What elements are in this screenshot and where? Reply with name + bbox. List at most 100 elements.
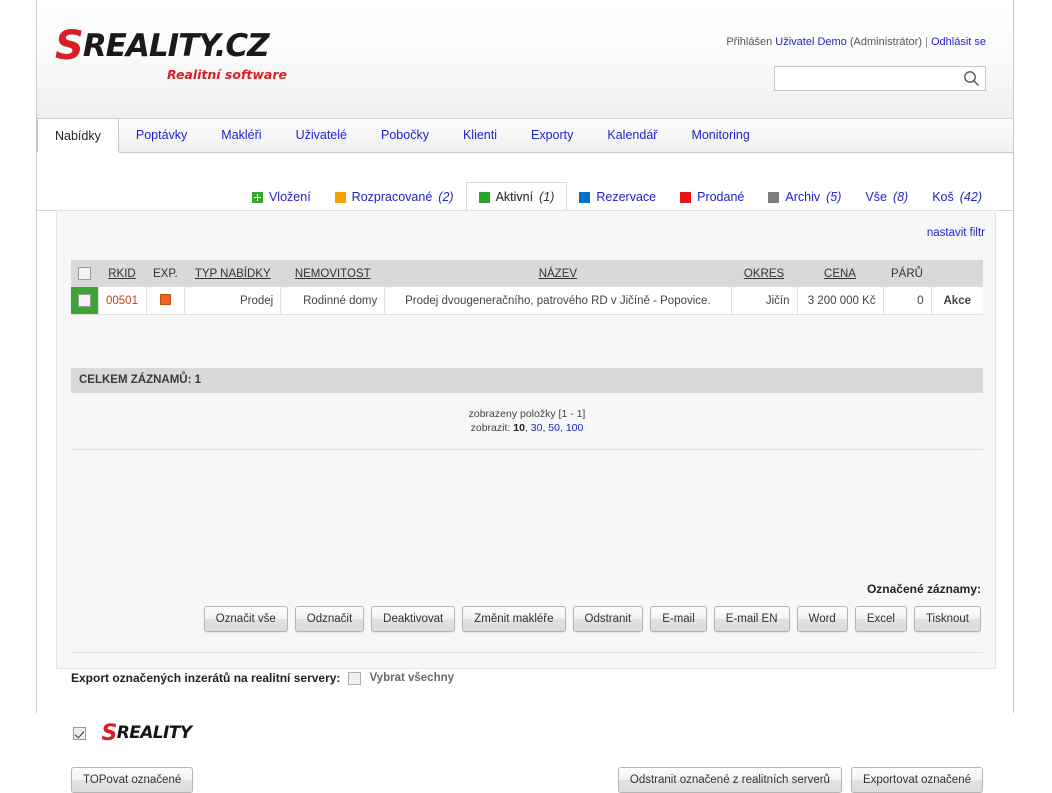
- export-marked-button[interactable]: Exportovat označené: [850, 767, 983, 793]
- nav-tab-makl-i[interactable]: Makléři: [204, 119, 278, 152]
- row-checkbox[interactable]: [77, 294, 91, 307]
- subtab-v-e[interactable]: Vše (8): [853, 183, 920, 211]
- pagination-shown: zobrazeny položky [1 - 1]: [468, 408, 586, 420]
- server-logo-s: S: [101, 720, 118, 746]
- header-paru: PÁRŮ: [883, 260, 931, 287]
- header-okres-label[interactable]: OKRES: [744, 268, 784, 280]
- subtab-vlo-en-[interactable]: Vložení: [240, 183, 323, 211]
- action-button-odstranit[interactable]: Odstranit: [572, 606, 644, 632]
- subtab-count: (5): [826, 190, 842, 204]
- nav-tab-pobo-ky[interactable]: Pobočky: [364, 119, 446, 152]
- row-select-cell[interactable]: [71, 287, 99, 315]
- header-nemovitost[interactable]: NEMOVITOST: [280, 260, 385, 287]
- top-marked-button[interactable]: TOPovat označené: [71, 767, 194, 793]
- logo-wordmark: SREALITY.CZ: [55, 26, 315, 66]
- status-color-swatch: [334, 191, 346, 203]
- pagination: zobrazeny položky [1 - 1] zobrazit: 10, …: [71, 407, 983, 435]
- bottom-right-actions: Odstranit označené z realitních serverů …: [617, 767, 983, 793]
- header-cena[interactable]: CENA: [797, 260, 883, 287]
- subtab-rozpracovan-[interactable]: Rozpracované (2): [323, 183, 466, 211]
- subtab-count: (8): [892, 190, 909, 204]
- subtab-rezervace[interactable]: Rezervace: [567, 183, 668, 211]
- subtab-prodan-[interactable]: Prodané: [668, 183, 756, 211]
- select-all-checkbox[interactable]: [78, 267, 91, 280]
- header-rkid-label[interactable]: RKID: [108, 268, 135, 280]
- nav-tab-popt-vky[interactable]: Poptávky: [119, 119, 204, 152]
- login-user-link[interactable]: Uživatel Demo: [775, 36, 847, 48]
- nav-tab-kalend-[interactable]: Kalendář: [590, 119, 674, 152]
- header-nazev[interactable]: NÁZEV: [384, 260, 731, 287]
- export-title: Export označených inzerátů na realitní s…: [71, 671, 341, 685]
- select-all-servers-checkbox[interactable]: [348, 671, 362, 685]
- header-exp: EXP.: [146, 260, 185, 287]
- server-checkbox-sreality[interactable]: [73, 727, 86, 740]
- search-input[interactable]: [775, 67, 961, 90]
- cell-cena: 3 200 000 Kč: [797, 287, 884, 315]
- sreality-logo: SREALITY.CZ Realitní software: [55, 26, 315, 88]
- subtab-aktivn-[interactable]: Aktivní (1): [465, 182, 568, 211]
- cell-rkid[interactable]: 00501: [98, 287, 147, 315]
- subtab-label: Vše: [865, 190, 887, 204]
- header-okres[interactable]: OKRES: [731, 260, 797, 287]
- nav-tab-klienti[interactable]: Klienti: [446, 119, 514, 152]
- subtab-count: (42): [959, 190, 982, 204]
- table-row[interactable]: 00501 Prodej Rodinné domy Prodej dvougenera…: [71, 287, 983, 315]
- action-button-deaktivovat[interactable]: Deaktivovat: [371, 606, 456, 632]
- action-button-ozna-it-v-e[interactable]: Označit vše: [203, 606, 288, 632]
- set-filter-link[interactable]: nastavit filtr: [927, 227, 985, 239]
- login-separator: |: [925, 36, 928, 48]
- action-button-odzna-it[interactable]: Odznačit: [294, 606, 365, 632]
- subtab-label: Aktivní: [495, 190, 534, 204]
- header-typ-nabidky[interactable]: TYP NABÍDKY: [184, 260, 281, 287]
- action-button-word[interactable]: Word: [796, 606, 848, 632]
- action-button-e-mail[interactable]: E-mail: [650, 606, 707, 632]
- nav-tab-nab-dky[interactable]: Nabídky: [37, 118, 119, 153]
- header-nemovitost-label[interactable]: NEMOVITOST: [295, 268, 371, 280]
- cell-akce[interactable]: Akce: [931, 287, 983, 315]
- page-size-option-30[interactable]: 30: [531, 422, 543, 434]
- login-status: Přihlášen Uživatel Demo (Administrátor) …: [726, 36, 986, 48]
- action-button-excel[interactable]: Excel: [854, 606, 907, 632]
- table-header-row: RKID EXP. TYP NABÍDKY NEMOVITOST NÁZEV O…: [71, 260, 983, 287]
- nav-tab-u-ivatel-[interactable]: Uživatelé: [279, 119, 364, 152]
- listing-panel: nastavit filtr RKID EXP. TYP NABÍDKY NEM…: [56, 210, 996, 793]
- action-button-zm-nit-makl-e[interactable]: Změnit makléře: [462, 606, 566, 632]
- remove-from-servers-button[interactable]: Odstranit označené z realitních serverů: [617, 767, 842, 793]
- logo-rest: REALITY.CZ: [82, 28, 270, 64]
- status-color-swatch: [768, 191, 780, 203]
- nav-tab-monitoring[interactable]: Monitoring: [674, 119, 766, 152]
- server-logo-text: SREALITY: [101, 720, 193, 746]
- rkid-value[interactable]: 00501: [106, 295, 138, 307]
- header-cena-label[interactable]: CENA: [824, 268, 856, 280]
- status-subtabs: Vložení Rozpracované (2) Aktivní (1) Rezervac…: [37, 181, 1013, 211]
- page-size-option-100[interactable]: 100: [566, 422, 584, 434]
- header-typ-label[interactable]: TYP NABÍDKY: [195, 268, 271, 280]
- plus-icon: [251, 191, 263, 203]
- header-rkid[interactable]: RKID: [98, 260, 146, 287]
- search-box[interactable]: [774, 66, 986, 91]
- offers-table: RKID EXP. TYP NABÍDKY NEMOVITOST NÁZEV O…: [71, 260, 983, 315]
- page-size-option-50[interactable]: 50: [548, 422, 560, 434]
- subtab-archiv[interactable]: Archiv (5): [756, 183, 853, 211]
- page-size-option-10[interactable]: 10: [513, 422, 525, 434]
- select-all-servers-label: Vybrat všechny: [369, 672, 455, 684]
- subtab-ko-[interactable]: Koš (42): [920, 183, 994, 211]
- server-list: SREALITY: [73, 711, 195, 756]
- pagination-display-label: zobrazit:: [470, 422, 511, 434]
- header-nazev-label[interactable]: NÁZEV: [539, 268, 577, 280]
- pagination-display: zobrazit: 10, 30, 50, 100: [470, 422, 584, 434]
- filter-settings: nastavit filtr: [927, 227, 985, 239]
- login-prefix: Přihlášen: [726, 36, 773, 48]
- search-icon[interactable]: [963, 70, 980, 87]
- action-button-e-mail-en[interactable]: E-mail EN: [713, 606, 790, 632]
- action-button-tisknout[interactable]: Tisknout: [913, 606, 981, 632]
- subtab-label: Koš: [932, 190, 954, 204]
- subtab-label: Rezervace: [596, 190, 657, 204]
- logout-link[interactable]: Odhlásit se: [931, 36, 986, 48]
- cell-nazev[interactable]: Prodej dvougeneračního, patrového RD v J…: [384, 287, 732, 315]
- header-paru-label: PÁRŮ: [891, 267, 923, 280]
- header-select-all[interactable]: [71, 260, 98, 287]
- nav-tab-exporty[interactable]: Exporty: [514, 119, 590, 152]
- status-color-swatch: [478, 191, 490, 203]
- cell-okres: Jičín: [731, 287, 798, 315]
